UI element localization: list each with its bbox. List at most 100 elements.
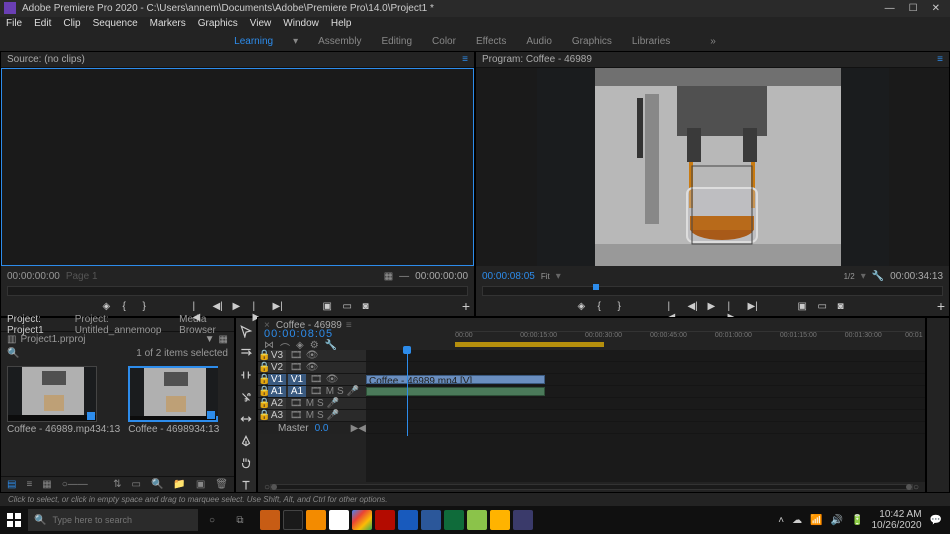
task-view-icon[interactable]: ⧉ [226, 506, 254, 534]
new-item-icon[interactable]: ▣ [196, 479, 205, 490]
track-row-v1[interactable]: Coffee - 46989.mp4 [V] [366, 374, 925, 386]
list-view-icon[interactable]: ▤ [7, 479, 16, 490]
mode-toggle2-icon[interactable]: — [399, 271, 409, 282]
marker-icon[interactable]: ◈ [103, 301, 113, 311]
tray-volume-icon[interactable]: 🔊 [831, 515, 843, 526]
step-back-icon[interactable]: ◀| [213, 301, 223, 311]
app-word-icon[interactable] [421, 510, 441, 530]
panel-menu-icon[interactable]: ≡ [346, 320, 352, 331]
track-v1[interactable]: V1 [288, 374, 306, 385]
step-back-icon[interactable]: ◀| [688, 301, 698, 311]
track-row-v2[interactable] [366, 362, 925, 374]
new-bin-icon[interactable]: 📁 [173, 479, 185, 490]
source-v1[interactable]: V1 [268, 374, 286, 385]
play-icon[interactable]: ▶ [708, 301, 718, 311]
menu-clip[interactable]: Clip [63, 18, 80, 29]
add-button-icon[interactable]: + [937, 298, 945, 314]
pen-tool-icon[interactable] [239, 434, 253, 448]
workspace-color[interactable]: Color [432, 36, 456, 47]
zoom-fit[interactable]: Fit [541, 272, 550, 281]
timeline-playhead[interactable] [407, 350, 408, 436]
track-row-master[interactable] [366, 422, 925, 434]
timeline-ruler[interactable]: 00:00 00:00:15:00 00:00:30:00 00:00:45:0… [455, 331, 919, 351]
out-point-icon[interactable]: } [143, 301, 153, 311]
track-row-v3[interactable] [366, 350, 925, 362]
track-a2[interactable]: A2 [268, 398, 286, 409]
workspace-libraries[interactable]: Libraries [632, 36, 670, 47]
program-current-time[interactable]: 00:00:08:05 [482, 271, 535, 282]
in-point-icon[interactable]: { [123, 301, 133, 311]
tray-battery-icon[interactable]: 🔋 [851, 515, 863, 526]
out-point-icon[interactable]: } [618, 301, 628, 311]
track-v2[interactable]: V2 [268, 362, 286, 373]
track-row-a3[interactable] [366, 410, 925, 422]
track-a3[interactable]: A3 [268, 410, 286, 421]
wrench-icon[interactable]: 🔧 [872, 271, 884, 282]
program-ruler[interactable] [482, 286, 943, 296]
freeform-view-icon[interactable]: ▦ [42, 479, 51, 490]
app-icon[interactable] [283, 510, 303, 530]
tray-onedrive-icon[interactable]: ☁ [792, 515, 802, 526]
app-icon[interactable] [329, 510, 349, 530]
notifications-icon[interactable]: 💬 [930, 515, 942, 526]
insert-icon[interactable]: ▣ [323, 301, 333, 311]
track-area[interactable]: Coffee - 46989.mp4 [V] [366, 350, 925, 482]
workspace-learning[interactable]: Learning [234, 36, 273, 47]
hand-tool-icon[interactable] [239, 456, 253, 470]
type-tool-icon[interactable] [239, 478, 253, 492]
clip-item[interactable]: Coffee - 46989 34:13 [128, 366, 219, 435]
app-icon[interactable] [490, 510, 510, 530]
menu-file[interactable]: File [6, 18, 22, 29]
auto-seq-icon[interactable]: ▭ [131, 479, 140, 490]
cortana-icon[interactable]: ○ [198, 506, 226, 534]
mode-toggle-icon[interactable]: ▦ [384, 271, 393, 282]
tray-wifi-icon[interactable]: 📶 [810, 515, 822, 526]
workspace-effects[interactable]: Effects [476, 36, 506, 47]
app-illustrator-icon[interactable] [306, 510, 326, 530]
find-icon[interactable]: 🔍 [151, 479, 163, 490]
delete-icon[interactable]: 🗑 [215, 479, 228, 490]
track-row-a1[interactable] [366, 386, 925, 398]
marker-icon[interactable]: ◈ [578, 301, 588, 311]
menu-view[interactable]: View [250, 18, 272, 29]
go-to-in-icon[interactable]: |◀ [193, 301, 203, 311]
lift-icon[interactable]: ▣ [798, 301, 808, 311]
program-viewer[interactable] [476, 68, 949, 266]
view-toggle-icon[interactable]: ▦ [219, 334, 228, 345]
menu-edit[interactable]: Edit [34, 18, 51, 29]
workspace-assembly[interactable]: Assembly [318, 36, 361, 47]
extract-icon[interactable]: ▭ [818, 301, 828, 311]
razor-tool-icon[interactable] [239, 390, 253, 404]
playhead-marker[interactable] [593, 284, 599, 290]
track-a1[interactable]: A1 [288, 386, 306, 397]
workspace-audio[interactable]: Audio [526, 36, 552, 47]
minimize-button[interactable]: — [885, 3, 895, 14]
zoom-slider[interactable]: ○—— [62, 479, 88, 490]
workspace-graphics[interactable]: Graphics [572, 36, 612, 47]
in-point-icon[interactable]: { [598, 301, 608, 311]
menu-markers[interactable]: Markers [150, 18, 186, 29]
step-fwd-icon[interactable]: |▶ [253, 301, 263, 311]
app-icon[interactable] [260, 510, 280, 530]
tray-time[interactable]: 10:42 AM [871, 509, 921, 520]
close-button[interactable]: ✕ [932, 3, 940, 14]
timeline-current-time[interactable]: 00:00:08:05 [264, 328, 337, 340]
tray-date[interactable]: 10/26/2020 [871, 520, 921, 531]
menu-help[interactable]: Help [331, 18, 352, 29]
chevron-down-icon[interactable]: ▾ [293, 36, 298, 47]
zoom-level[interactable]: 1/2 [844, 272, 855, 281]
menu-window[interactable]: Window [283, 18, 319, 29]
clip-item[interactable]: Coffee - 46989.mp4 34:13 [7, 366, 120, 435]
master-level[interactable]: 0.0 [315, 423, 329, 434]
chevron-down-icon[interactable]: ▾ [861, 271, 866, 282]
search-input[interactable] [52, 515, 192, 525]
menu-sequence[interactable]: Sequence [93, 18, 138, 29]
panel-menu-icon[interactable]: ≡ [937, 54, 943, 65]
source-viewer[interactable] [1, 68, 474, 266]
selection-tool-icon[interactable] [239, 324, 253, 338]
overflow-icon[interactable]: » [710, 36, 716, 47]
source-ruler[interactable] [7, 286, 468, 296]
track-select-tool-icon[interactable] [239, 346, 253, 360]
maximize-button[interactable]: ☐ [909, 3, 918, 14]
panel-menu-icon[interactable]: ≡ [462, 54, 468, 65]
